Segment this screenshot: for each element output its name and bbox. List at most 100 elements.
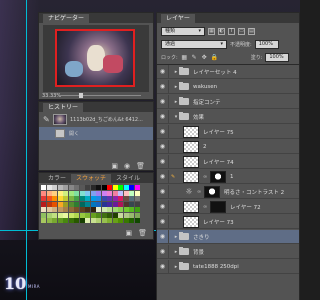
swatch-cell[interactable] (134, 190, 140, 196)
swatch-cell[interactable] (118, 218, 123, 223)
swatch-cell[interactable] (57, 190, 63, 196)
new-swatch-icon[interactable]: ▣ (125, 229, 132, 237)
swatch-cell[interactable] (101, 185, 107, 190)
swatch-cell[interactable] (57, 207, 63, 212)
swatch-cell[interactable] (79, 190, 85, 196)
swatch-cell[interactable] (90, 201, 96, 207)
swatch-cell[interactable] (41, 218, 46, 223)
visibility-eye-icon[interactable]: ◉ (157, 184, 169, 199)
swatch-cell[interactable] (90, 218, 96, 223)
tab-navigator[interactable]: ナビゲーター (43, 14, 90, 23)
lock-position-icon[interactable]: ✥ (201, 54, 208, 61)
swatch-cell[interactable] (101, 196, 107, 201)
swatch-cell[interactable] (68, 218, 74, 223)
swatch-cell[interactable] (118, 207, 123, 212)
layer-mask-thumbnail[interactable] (204, 185, 220, 198)
swatch-cell[interactable] (57, 218, 63, 223)
swatch-cell[interactable] (63, 212, 68, 218)
layer-thumbnail[interactable] (183, 215, 199, 228)
layer-row[interactable]: ◉ ▸ レイヤーセット 4 (157, 64, 299, 79)
layer-row[interactable]: ◉ ▸ さきり (157, 229, 299, 244)
swatch-cell[interactable] (52, 207, 57, 212)
swatch-cell[interactable] (52, 190, 57, 196)
layer-thumbnail[interactable] (183, 140, 199, 153)
swatch-cell[interactable] (112, 207, 118, 212)
swatch-cell[interactable] (107, 212, 112, 218)
swatch-cell[interactable] (101, 190, 107, 196)
layer-row[interactable]: ◉ レイヤー 75 (157, 124, 299, 139)
swatch-cell[interactable] (90, 207, 96, 212)
swatch-cell[interactable] (101, 201, 107, 207)
swatch-cell[interactable] (46, 196, 52, 201)
vertical-guide[interactable] (26, 0, 27, 300)
swatch-cell[interactable] (63, 207, 68, 212)
swatch-cell[interactable] (57, 201, 63, 207)
zoom-slider-knob[interactable] (79, 93, 83, 98)
swatch-cell[interactable] (74, 212, 79, 218)
swatch-cell[interactable] (57, 185, 63, 190)
swatch-cell[interactable] (107, 201, 112, 207)
swatch-cell[interactable] (134, 196, 140, 201)
layer-thumbnail[interactable] (183, 170, 199, 183)
trash-icon[interactable]: 🗑 (138, 229, 147, 237)
layer-row[interactable]: ◉ ☼ ∞ 明るさ・コントラスト 2 (157, 184, 299, 199)
swatch-cell[interactable] (101, 218, 107, 223)
swatch-cell[interactable] (63, 185, 68, 190)
swatch-cell[interactable] (107, 190, 112, 196)
visibility-eye-icon[interactable]: ◉ (157, 214, 169, 229)
swatch-cell[interactable] (46, 185, 52, 190)
swatch-cell[interactable] (85, 190, 90, 196)
swatch-cell[interactable] (52, 212, 57, 218)
swatch-cell[interactable] (79, 185, 85, 190)
swatch-cell[interactable] (57, 196, 63, 201)
swatch-cell[interactable] (96, 218, 101, 223)
swatch-cell[interactable] (134, 201, 140, 207)
layer-row[interactable]: ◉ レイヤー 74 (157, 154, 299, 169)
swatch-cell[interactable] (79, 218, 85, 223)
swatch-cell[interactable] (41, 185, 46, 190)
tab-color[interactable]: カラー (43, 174, 71, 183)
swatch-cell[interactable] (129, 207, 134, 212)
swatch-cell[interactable] (52, 201, 57, 207)
swatch-cell[interactable] (68, 196, 74, 201)
swatch-cell[interactable] (90, 196, 96, 201)
swatch-cell[interactable] (123, 218, 129, 223)
tab-history[interactable]: ヒストリー (43, 103, 84, 112)
swatch-cell[interactable] (118, 190, 123, 196)
layer-row[interactable]: ◉ ▸ 背景 (157, 244, 299, 259)
kind-filter-select[interactable]: 種類 ▾ (161, 26, 205, 36)
swatch-cell[interactable] (79, 196, 85, 201)
swatch-cell[interactable] (85, 196, 90, 201)
swatch-cell[interactable] (118, 196, 123, 201)
link-icon[interactable]: ∞ (203, 174, 208, 180)
filter-adjustment-icon[interactable]: ◐ (218, 27, 225, 35)
new-document-icon[interactable]: ▣ (111, 162, 118, 170)
swatch-cell[interactable] (74, 190, 79, 196)
visibility-eye-icon[interactable]: ◉ (157, 169, 169, 184)
swatch-cell[interactable] (112, 201, 118, 207)
swatch-cell[interactable] (79, 201, 85, 207)
swatch-cell[interactable] (68, 207, 74, 212)
swatch-cell[interactable] (134, 212, 140, 218)
swatch-cell[interactable] (52, 185, 57, 190)
swatch-cell[interactable] (63, 201, 68, 207)
layer-thumbnail[interactable] (183, 155, 199, 168)
visibility-eye-icon[interactable]: ◉ (157, 139, 169, 154)
swatch-cell[interactable] (123, 201, 129, 207)
visibility-eye-icon[interactable]: ◉ (157, 124, 169, 139)
swatch-cell[interactable] (112, 212, 118, 218)
filter-pixel-icon[interactable]: ▦ (208, 27, 215, 35)
tab-styles[interactable]: スタイル (111, 174, 145, 183)
swatch-cell[interactable] (41, 196, 46, 201)
swatch-cell[interactable] (46, 207, 52, 212)
swatch-cell[interactable] (129, 201, 134, 207)
swatch-cell[interactable] (85, 207, 90, 212)
layer-row[interactable]: ◉ ∞ レイヤー 72 (157, 199, 299, 214)
visibility-eye-icon[interactable]: ◉ (157, 259, 169, 274)
swatch-cell[interactable] (123, 190, 129, 196)
swatch-cell[interactable] (112, 218, 118, 223)
swatch-cell[interactable] (74, 196, 79, 201)
swatch-cell[interactable] (68, 201, 74, 207)
swatch-cell[interactable] (101, 212, 107, 218)
swatch-cell[interactable] (90, 190, 96, 196)
